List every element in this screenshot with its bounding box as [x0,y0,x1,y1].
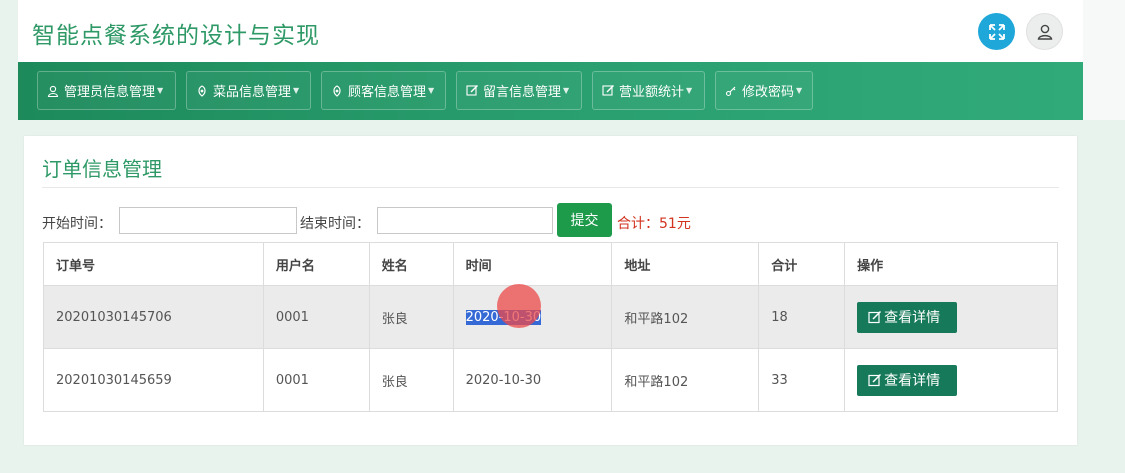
col-name: 姓名 [368,242,454,286]
user-menu-button[interactable] [1026,13,1063,50]
col-total: 合计 [758,242,846,286]
cell-address: 和平路102 [611,348,760,412]
nav-dish-info[interactable]: 菜品信息管理 ▼ [186,71,311,110]
caret-down-icon: ▼ [563,86,570,95]
cell-username: 0001 [262,285,370,349]
table-row: 20201030145706 0001 张良 2020-10-30 和平路102… [43,285,1058,349]
title-divider [42,187,1059,188]
end-time-input[interactable] [377,207,553,234]
leaf-icon [195,84,209,98]
main-navbar: 管理员信息管理 ▼ 菜品信息管理 ▼ 顾客信息管理 ▼ 留言信息管理 ▼ 营业额… [18,62,1083,120]
cell-username: 0001 [262,348,370,412]
cell-name: 张良 [368,348,454,412]
col-username: 用户名 [262,242,370,286]
col-action: 操作 [844,242,1058,286]
total-amount: 合计：51元 [617,216,691,232]
cell-action: 查看详情 [844,348,1058,412]
top-header: 智能点餐系统的设计与实现 [18,0,1083,62]
nav-label: 顾客信息管理 [348,85,427,100]
view-details-label: 查看详情 [884,373,941,389]
view-details-button[interactable]: 查看详情 [857,364,958,396]
page-edge [1083,0,1125,120]
start-time-input[interactable] [119,207,297,234]
leaf-icon [330,84,344,98]
col-order-no: 订单号 [43,242,264,286]
expand-icon [988,23,1005,40]
edit-icon [465,84,479,98]
nav-label: 管理员信息管理 [64,85,156,100]
nav-message-info[interactable]: 留言信息管理 ▼ [456,71,582,110]
cell-time[interactable]: 2020-10-30 [452,285,613,349]
view-details-button[interactable]: 查看详情 [857,301,958,333]
nav-label: 留言信息管理 [483,85,562,100]
nav-customer-info[interactable]: 顾客信息管理 ▼ [321,71,446,110]
nav-label: 营业额统计 [619,85,685,100]
edit-icon [868,310,882,324]
cell-address: 和平路102 [611,285,760,349]
table-header-row: 订单号 用户名 姓名 时间 地址 合计 操作 [43,242,1058,286]
nav-admin-info[interactable]: 管理员信息管理 ▼ [37,71,176,110]
caret-down-icon: ▼ [293,86,300,95]
caret-down-icon: ▼ [428,86,435,95]
orders-table: 订单号 用户名 姓名 时间 地址 合计 操作 20201030145706 00… [43,242,1058,412]
nav-label: 修改密码 [742,85,795,100]
edit-icon [601,84,615,98]
page-title: 订单信息管理 [42,157,162,181]
edit-icon [868,373,882,387]
table-row: 20201030145659 0001 张良 2020-10-30 和平路102… [43,348,1058,412]
cell-name: 张良 [368,285,454,349]
cell-time: 2020-10-30 [452,348,613,412]
key-icon [724,84,738,98]
caret-down-icon: ▼ [796,86,803,95]
cell-order-no: 20201030145706 [43,285,264,349]
app-title: 智能点餐系统的设计与实现 [32,23,320,49]
cell-action: 查看详情 [844,285,1058,349]
caret-down-icon: ▼ [157,86,164,95]
submit-button[interactable]: 提交 [557,203,612,237]
cell-total: 18 [758,285,846,349]
end-time-label: 结束时间： [300,216,370,232]
view-details-label: 查看详情 [884,310,941,326]
user-icon [1037,24,1052,40]
order-panel: 订单信息管理 开始时间： 结束时间： 提交 合计：51元 订单号 用户名 姓名 … [24,136,1077,445]
user-icon [46,84,60,98]
cell-order-no: 20201030145659 [43,348,264,412]
selected-date-text[interactable]: 2020-10-30 [465,309,542,325]
cell-total: 33 [758,348,846,412]
col-time: 时间 [452,242,613,286]
fullscreen-button[interactable] [978,13,1015,50]
col-address: 地址 [611,242,760,286]
nav-revenue-stats[interactable]: 营业额统计 ▼ [592,71,705,110]
nav-change-password[interactable]: 修改密码 ▼ [715,71,813,110]
nav-label: 菜品信息管理 [213,85,292,100]
caret-down-icon: ▼ [686,86,693,95]
start-time-label: 开始时间： [42,216,112,232]
